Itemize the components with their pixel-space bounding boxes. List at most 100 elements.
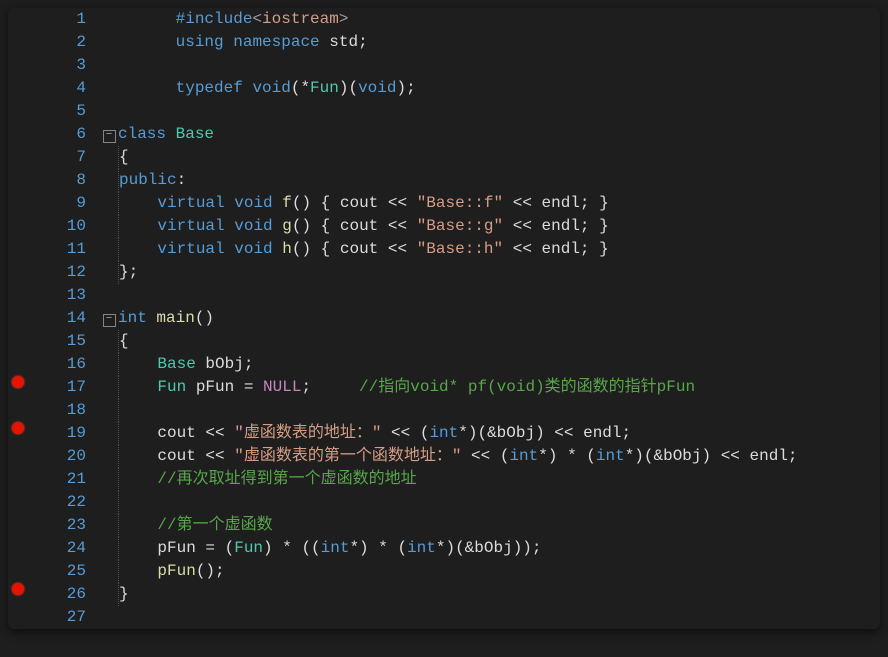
- breakpoint-icon[interactable]: [12, 583, 24, 595]
- code-line[interactable]: 15{: [8, 330, 880, 353]
- code-line[interactable]: 7{: [8, 146, 880, 169]
- code-content[interactable]: //再次取址得到第一个虚函数的地址: [119, 468, 880, 491]
- token-plain: [166, 125, 176, 143]
- token-plain: [224, 33, 234, 51]
- code-line[interactable]: 11 virtual void h() { cout << "Base::h" …: [8, 238, 880, 261]
- code-content[interactable]: typedef void(*Fun)(void);: [118, 77, 880, 100]
- token-kw: int: [407, 539, 436, 557]
- token-func: main: [156, 309, 194, 327]
- token-plain: << endl; }: [503, 194, 609, 212]
- code-content[interactable]: virtual void g() { cout << "Base::g" << …: [119, 215, 880, 238]
- code-line[interactable]: 4 typedef void(*Fun)(void);: [8, 77, 880, 100]
- code-content[interactable]: pFun();: [119, 560, 880, 583]
- code-line[interactable]: 3: [8, 54, 880, 77]
- fold-gutter[interactable]: −: [100, 123, 118, 146]
- token-plain: << endl; }: [503, 240, 609, 258]
- fold-toggle-icon[interactable]: −: [103, 130, 116, 143]
- token-str: "Base::g": [417, 217, 503, 235]
- code-line[interactable]: 6−class Base: [8, 123, 880, 146]
- code-content[interactable]: cout << "虚函数表的第一个函数地址：" << (int*) * (int…: [119, 445, 880, 468]
- code-line[interactable]: 13: [8, 284, 880, 307]
- code-content[interactable]: cout << "虚函数表的地址：" << (int*)(&bObj) << e…: [119, 422, 880, 445]
- token-plain: *)(&bObj) << endl;: [625, 447, 798, 465]
- token-com: //再次取址得到第一个虚函数的地址: [157, 470, 416, 488]
- line-number: 5: [28, 100, 100, 123]
- token-plain: [119, 562, 157, 580]
- line-number: 25: [28, 560, 100, 583]
- token-plain: () { cout <<: [292, 240, 417, 258]
- code-line[interactable]: 27: [8, 606, 880, 629]
- indent-guide: [118, 491, 119, 514]
- code-line[interactable]: 1 #include<iostream>: [8, 8, 880, 31]
- breakpoint-icon[interactable]: [12, 422, 24, 434]
- code-content[interactable]: {: [119, 146, 880, 169]
- code-content[interactable]: {: [119, 330, 880, 353]
- token-type: Base: [176, 125, 214, 143]
- token-kw: void: [252, 79, 290, 97]
- token-kw: void: [234, 240, 272, 258]
- code-content[interactable]: int main(): [118, 307, 880, 330]
- code-content[interactable]: pFun = (Fun) * ((int*) * (int*)(&bObj));: [119, 537, 880, 560]
- code-line[interactable]: 26}: [8, 583, 880, 606]
- code-line[interactable]: 5: [8, 100, 880, 123]
- token-plain: std;: [320, 33, 368, 51]
- code-line[interactable]: 19 cout << "虚函数表的地址：" << (int*)(&bObj) <…: [8, 422, 880, 445]
- line-number: 21: [28, 468, 100, 491]
- code-line[interactable]: 9 virtual void f() { cout << "Base::f" <…: [8, 192, 880, 215]
- code-line[interactable]: 22: [8, 491, 880, 514]
- token-plain: [118, 33, 176, 51]
- code-line[interactable]: 20 cout << "虚函数表的第一个函数地址：" << (int*) * (…: [8, 445, 880, 468]
- code-content[interactable]: virtual void h() { cout << "Base::h" << …: [119, 238, 880, 261]
- token-plain: pFun =: [186, 378, 263, 396]
- token-plain: ) * ((: [263, 539, 321, 557]
- token-kw: void: [358, 79, 396, 97]
- token-kw: public: [119, 171, 177, 189]
- line-number: 10: [28, 215, 100, 238]
- token-plain: *)(&bObj) << endl;: [458, 424, 631, 442]
- code-line[interactable]: 23 //第一个虚函数: [8, 514, 880, 537]
- code-line[interactable]: 8public:: [8, 169, 880, 192]
- breakpoint-icon[interactable]: [12, 376, 24, 388]
- code-line[interactable]: 17 Fun pFun = NULL; //指向void* pf(void)类的…: [8, 376, 880, 399]
- code-content[interactable]: //第一个虚函数: [119, 514, 880, 537]
- code-line[interactable]: 25 pFun();: [8, 560, 880, 583]
- token-plain: ;: [301, 378, 359, 396]
- token-kw: class: [118, 125, 166, 143]
- token-kw: namespace: [233, 33, 319, 51]
- token-plain: [119, 194, 157, 212]
- code-line[interactable]: 14−int main(): [8, 307, 880, 330]
- code-line[interactable]: 21 //再次取址得到第一个虚函数的地址: [8, 468, 880, 491]
- breakpoint-gutter[interactable]: [8, 376, 28, 388]
- token-plain: cout <<: [119, 424, 234, 442]
- fold-toggle-icon[interactable]: −: [103, 314, 116, 327]
- code-line[interactable]: 24 pFun = (Fun) * ((int*) * (int*)(&bObj…: [8, 537, 880, 560]
- code-line[interactable]: 2 using namespace std;: [8, 31, 880, 54]
- token-kw: int: [429, 424, 458, 442]
- code-content[interactable]: Base bObj;: [119, 353, 880, 376]
- code-content[interactable]: using namespace std;: [118, 31, 880, 54]
- token-com: //第一个虚函数: [157, 516, 272, 534]
- token-inc: [118, 10, 176, 28]
- fold-gutter[interactable]: −: [100, 307, 118, 330]
- code-line[interactable]: 10 virtual void g() { cout << "Base::g" …: [8, 215, 880, 238]
- code-content[interactable]: #include<iostream>: [118, 8, 880, 31]
- code-line[interactable]: 18: [8, 399, 880, 422]
- code-line[interactable]: 12};: [8, 261, 880, 284]
- code-line[interactable]: 16 Base bObj;: [8, 353, 880, 376]
- line-number: 20: [28, 445, 100, 468]
- code-content[interactable]: Fun pFun = NULL; //指向void* pf(void)类的函数的…: [119, 376, 880, 399]
- token-plain: << (: [461, 447, 509, 465]
- token-plain: [119, 378, 157, 396]
- token-plain: << (: [381, 424, 429, 442]
- code-content[interactable]: public:: [119, 169, 880, 192]
- token-plain: [243, 79, 253, 97]
- code-editor[interactable]: 1 #include<iostream>2 using namespace st…: [8, 8, 880, 629]
- code-content[interactable]: class Base: [118, 123, 880, 146]
- token-plain: [119, 355, 157, 373]
- breakpoint-gutter[interactable]: [8, 422, 28, 434]
- line-number: 14: [28, 307, 100, 330]
- code-content[interactable]: };: [119, 261, 880, 284]
- code-content[interactable]: }: [119, 583, 880, 606]
- code-content[interactable]: virtual void f() { cout << "Base::f" << …: [119, 192, 880, 215]
- breakpoint-gutter[interactable]: [8, 583, 28, 595]
